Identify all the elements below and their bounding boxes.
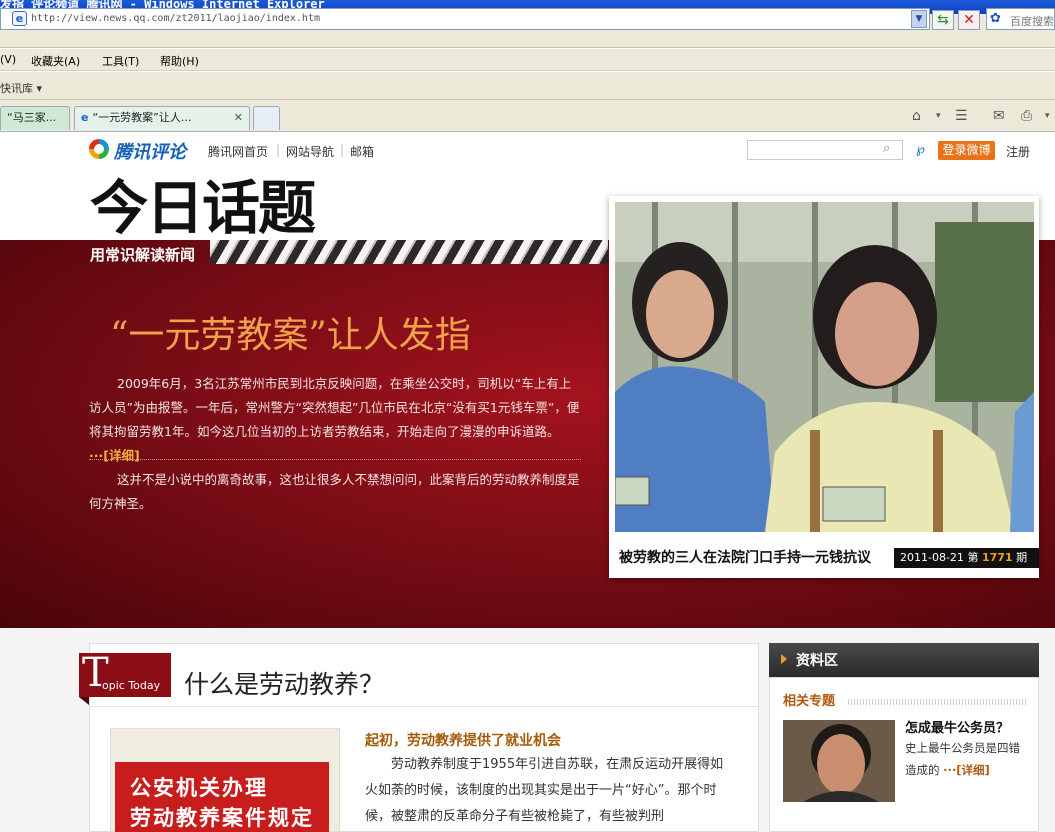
tab-active[interactable]: e “一元劳教案”让人... ✕ [74,106,250,130]
address-url[interactable]: http://view.news.qq.com/zt2011/laojiao/i… [31,13,320,24]
menu-favorites[interactable]: 收藏夹(A) [31,53,80,69]
weibo-login-button[interactable]: 登录微博 [938,141,995,160]
issue-suffix: 期 [1016,551,1028,564]
article-body: 劳动教养制度于1955年引进自苏联，在肃反运动开展得如火如荼的时候，该制度的出现… [365,757,724,824]
related-topic-desc: 史上最牛公务员是四错造成的 ···[详细] [905,737,1031,781]
related-topic-title[interactable]: 怎成最牛公务员？ [905,717,1009,736]
issue-number: 1771 [981,551,1013,564]
ie-page-icon: e [12,11,27,26]
stop-icon[interactable]: ✕ [958,10,980,30]
hero-paragraph-1: 2009年6月，3名江苏常州市民到北京反映问题，在乘坐公交时，司机以“车上有上访… [89,372,581,468]
address-dropdown-button[interactable]: ▼ [911,10,927,28]
browser-search-placeholder: 百度搜索 [1010,15,1054,28]
protest-photo[interactable] [615,202,1034,532]
nav-separator: | [276,143,281,157]
menu-view[interactable]: (V) [0,53,16,66]
tab-masanjia[interactable]: “马三家... [0,106,70,130]
nav-qq-home[interactable]: 腾讯网首页 [208,143,268,160]
related-topics-label: 相关专题 [783,694,836,709]
hero-paragraph-1-text: 2009年6月，3名江苏常州市民到北京反映问题，在乘坐公交时，司机以“车上有上访… [89,376,580,439]
topic-tag-fold [79,697,89,705]
section-title: 什么是劳动教养？ [184,670,385,699]
section-divider [89,706,759,707]
nav-separator: | [340,143,345,157]
menu-tools[interactable]: 工具(T) [102,53,139,69]
nav-site-navigation[interactable]: 网站导航 [286,143,334,160]
site-search-input[interactable] [747,140,903,160]
print-dropdown-icon[interactable]: ▾ [1045,111,1050,121]
issue-badge: 2011-08-21 第 1771 期 [894,548,1039,568]
refresh-icon[interactable]: ⇆ [932,10,954,30]
book-cover-line-1: 公安机关办理 [130,776,268,800]
hero-stripe-decoration [210,240,608,264]
issue-prefix: 第 [967,551,979,564]
related-photo-graphic [783,720,895,802]
links-quicklib[interactable]: 快讯库 ▾ [0,80,42,96]
sidebar-arrow-icon [781,654,787,664]
home-icon[interactable]: ⌂ [912,108,921,124]
issue-date: 2011-08-21 [900,551,964,564]
close-tab-icon[interactable]: ✕ [234,107,243,129]
new-tab-button[interactable] [253,106,280,130]
hero-detail-link[interactable]: ···[详细] [89,448,140,463]
article-heading[interactable]: 起初，劳动教养提供了就业机会 [365,730,561,750]
page-title: 今日话题 [90,174,316,242]
menu-bar: (V) 收藏夹(A) 工具(T) 帮助(H) [0,49,1055,71]
nav-mail[interactable]: 邮箱 [350,143,374,160]
sidebar-title: 资料区 [796,653,838,669]
ie-tab-icon: e [81,111,89,124]
related-topic-photo[interactable] [783,720,895,802]
mail-icon[interactable]: ✉ [993,108,1005,124]
baidu-paw-icon: ✿ [990,11,1001,26]
tencent-logo-icon[interactable] [89,139,109,159]
related-dotted-rule [848,699,1026,705]
rss-feed-icon[interactable]: ☰ [955,108,968,124]
topic-tag-text: opic Today [102,679,161,692]
register-link[interactable]: 注册 [1006,143,1030,160]
links-bar: 快讯库 ▾ [0,72,1055,100]
tab-label: “一元劳教案”让人... [92,111,192,124]
site-logo[interactable]: 腾讯评论 [114,138,186,164]
print-icon[interactable]: ⎙ [1021,108,1032,124]
photo-caption[interactable]: 被劳教的三人在法院门口手持一元钱抗议 [619,547,871,567]
hero-headline[interactable]: “一元劳教案”让人发指 [110,306,471,358]
hero-divider [89,459,581,460]
book-cover-line-2: 劳动教养案件规定 [130,806,314,830]
weibo-icon: ℘ [916,142,926,157]
tab-strip: “马三家... e “一元劳教案”让人... ✕ ⌂ ▾ ☰ ✉ ⎙ ▾ [0,100,1055,132]
tab-label: “马三家... [7,111,57,124]
home-dropdown-icon[interactable]: ▾ [936,111,941,121]
search-icon[interactable]: ⌕ [883,141,890,156]
related-detail-link[interactable]: ···[详细] [943,763,990,777]
protest-photo-graphic [615,202,1034,532]
page-subtitle: 用常识解读新闻 [90,246,196,264]
hero-paragraph-2: 这并不是小说中的离奇故事，这也让很多人不禁想问问，此案背后的劳动教养制度是何方神… [89,472,580,511]
menu-help[interactable]: 帮助(H) [160,53,199,69]
